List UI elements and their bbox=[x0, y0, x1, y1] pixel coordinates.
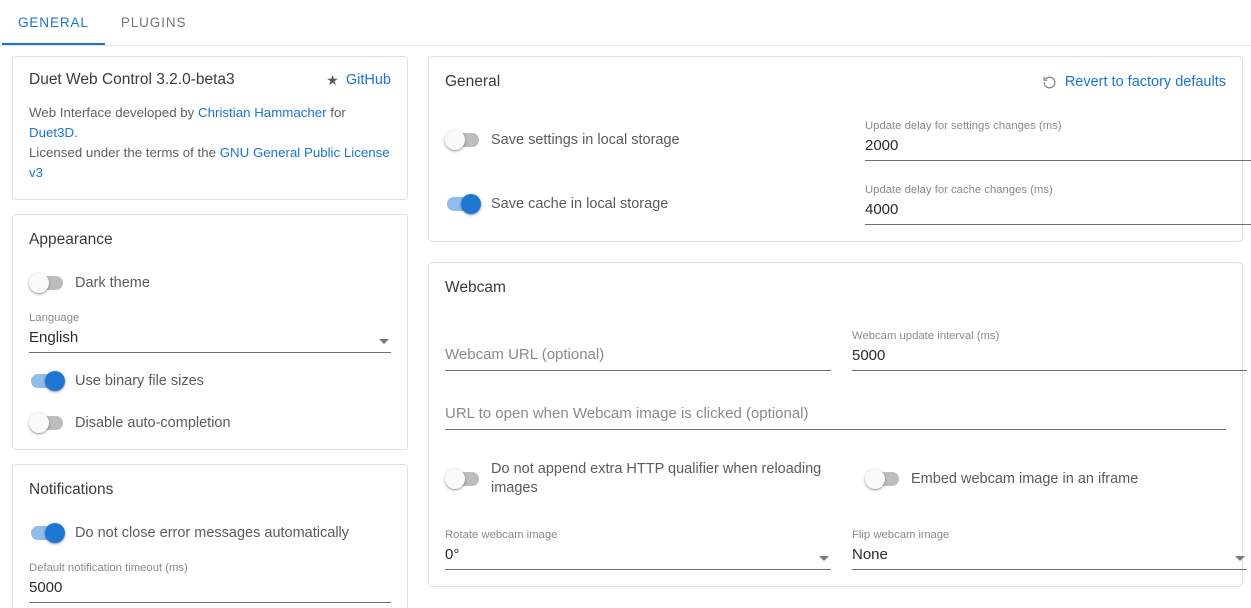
binary-file-sizes-switch[interactable] bbox=[29, 371, 65, 391]
github-link-label: GitHub bbox=[345, 72, 391, 88]
tab-bar: GENERAL PLUGINS bbox=[0, 0, 1251, 46]
settings-delay-field[interactable]: Update delay for settings changes (ms) 2… bbox=[865, 119, 1251, 161]
general-header: General Revert to factory defaults bbox=[445, 71, 1226, 93]
settings-page: GENERAL PLUGINS Duet Web Control 3.2.0-b… bbox=[0, 0, 1251, 608]
save-cache-label: Save cache in local storage bbox=[491, 195, 669, 212]
appearance-title: Appearance bbox=[29, 231, 113, 248]
author-link[interactable]: Christian Hammacher bbox=[198, 105, 327, 120]
webcam-interval-field[interactable]: Webcam update interval (ms) 5000 bbox=[852, 329, 1247, 371]
dark-theme-label: Dark theme bbox=[75, 274, 150, 291]
notifications-title: Notifications bbox=[29, 481, 114, 498]
no-http-qualifier-label: Do not append extra HTTP qualifier when … bbox=[491, 461, 822, 496]
no-auto-close-switch[interactable] bbox=[29, 523, 65, 543]
webcam-url-input[interactable]: Webcam URL (optional) bbox=[445, 342, 831, 371]
flip-webcam-select[interactable]: Flip webcam image None bbox=[852, 528, 1247, 570]
webcam-row-transform: Rotate webcam image 0° Flip webcam image… bbox=[445, 528, 1247, 570]
switch-thumb bbox=[29, 273, 49, 293]
save-settings-label: Save settings in local storage bbox=[491, 131, 680, 148]
switch-thumb bbox=[461, 194, 481, 214]
disable-autocompletion-toggle[interactable]: Disable auto-completion bbox=[29, 413, 391, 433]
webcam-interval-value[interactable]: 5000 bbox=[852, 344, 1247, 371]
general-row-cache: Save cache in local storage Update delay… bbox=[445, 183, 1251, 225]
general-row-settings: Save settings in local storage Update de… bbox=[445, 119, 1251, 161]
about-card: Duet Web Control 3.2.0-beta3 ★ GitHub We… bbox=[12, 56, 408, 200]
language-value[interactable]: English bbox=[29, 326, 391, 353]
webcam-click-url-field[interactable]: URL to open when Webcam image is clicked… bbox=[445, 401, 1226, 430]
save-settings-switch[interactable] bbox=[445, 130, 481, 150]
notification-timeout-value[interactable]: 5000 bbox=[29, 576, 391, 603]
notifications-card: Notifications Do not close error message… bbox=[12, 464, 408, 608]
app-version-title: Duet Web Control 3.2.0-beta3 bbox=[29, 71, 235, 88]
switch-thumb bbox=[45, 371, 65, 391]
settings-delay-value[interactable]: 2000 bbox=[865, 134, 1251, 161]
rotate-webcam-select[interactable]: Rotate webcam image 0° bbox=[445, 528, 831, 570]
notification-timeout-field[interactable]: Default notification timeout (ms) 5000 bbox=[29, 561, 391, 603]
switch-thumb bbox=[445, 130, 465, 150]
webcam-url-field[interactable]: Webcam URL (optional) bbox=[445, 342, 831, 371]
disable-autocompletion-label: Disable auto-completion bbox=[75, 414, 231, 431]
general-card: General Revert to factory defaults Save … bbox=[428, 56, 1251, 242]
star-icon: ★ bbox=[326, 72, 339, 88]
switch-thumb bbox=[445, 469, 465, 489]
webcam-card: Webcam Webcam URL (optional) Webcam upda… bbox=[428, 262, 1247, 587]
save-cache-switch[interactable] bbox=[445, 194, 481, 214]
no-auto-close-toggle[interactable]: Do not close error messages automaticall… bbox=[29, 523, 391, 543]
binary-file-sizes-label: Use binary file sizes bbox=[75, 372, 204, 389]
settings-delay-label: Update delay for settings changes (ms) bbox=[865, 120, 1062, 132]
about-line2-prefix: Licensed under the terms of the bbox=[29, 145, 220, 160]
left-column: Duet Web Control 3.2.0-beta3 ★ GitHub We… bbox=[12, 56, 408, 608]
tab-general-label: GENERAL bbox=[18, 15, 89, 30]
about-line1-prefix: Web Interface developed by bbox=[29, 105, 199, 120]
webcam-click-url-input[interactable]: URL to open when Webcam image is clicked… bbox=[445, 401, 1226, 430]
notification-timeout-label: Default notification timeout (ms) bbox=[29, 562, 188, 574]
language-select[interactable]: Language English bbox=[29, 311, 391, 353]
revert-to-factory-defaults-button[interactable]: Revert to factory defaults bbox=[1042, 74, 1226, 90]
about-header: Duet Web Control 3.2.0-beta3 ★ GitHub bbox=[29, 71, 391, 89]
switch-thumb bbox=[45, 523, 65, 543]
binary-file-sizes-toggle[interactable]: Use binary file sizes bbox=[29, 371, 391, 391]
tab-plugins[interactable]: PLUGINS bbox=[105, 0, 203, 45]
cache-delay-value[interactable]: 4000 bbox=[865, 198, 1251, 225]
cache-delay-field[interactable]: Update delay for cache changes (ms) 4000 bbox=[865, 183, 1251, 225]
dark-theme-switch[interactable] bbox=[29, 273, 65, 293]
appearance-card: Appearance Dark theme Language English U… bbox=[12, 214, 408, 450]
general-title: General bbox=[445, 73, 501, 90]
company-link[interactable]: Duet3D bbox=[29, 125, 74, 140]
about-description: Web Interface developed by Christian Ham… bbox=[29, 103, 391, 183]
embed-iframe-label: Embed webcam image in an iframe bbox=[911, 470, 1139, 487]
about-line1-suffix: . bbox=[74, 125, 78, 140]
flip-webcam-label: Flip webcam image bbox=[852, 529, 950, 541]
flip-webcam-value[interactable]: None bbox=[852, 543, 1247, 570]
about-line1-middle: for bbox=[326, 105, 346, 120]
github-link[interactable]: ★ GitHub bbox=[326, 72, 391, 88]
cache-delay-label: Update delay for cache changes (ms) bbox=[865, 184, 1053, 196]
right-column: General Revert to factory defaults Save … bbox=[428, 56, 1251, 587]
no-http-qualifier-switch[interactable] bbox=[445, 469, 481, 489]
embed-iframe-switch[interactable] bbox=[865, 469, 901, 489]
embed-iframe-toggle[interactable]: Embed webcam image in an iframe bbox=[865, 469, 1251, 489]
disable-autocompletion-switch[interactable] bbox=[29, 413, 65, 433]
rotate-webcam-value[interactable]: 0° bbox=[445, 543, 831, 570]
webcam-title: Webcam bbox=[445, 279, 506, 296]
switch-thumb bbox=[865, 469, 885, 489]
tab-general[interactable]: GENERAL bbox=[2, 0, 105, 45]
no-auto-close-label: Do not close error messages automaticall… bbox=[75, 524, 350, 541]
settings-content: Duet Web Control 3.2.0-beta3 ★ GitHub We… bbox=[0, 46, 1251, 608]
switch-thumb bbox=[29, 413, 49, 433]
webcam-row-url: Webcam URL (optional) Webcam update inte… bbox=[445, 329, 1247, 371]
language-label: Language bbox=[29, 312, 80, 324]
rotate-webcam-label: Rotate webcam image bbox=[445, 529, 558, 541]
save-cache-toggle[interactable]: Save cache in local storage bbox=[445, 194, 845, 214]
restore-icon bbox=[1042, 75, 1057, 90]
tab-plugins-label: PLUGINS bbox=[120, 15, 187, 30]
webcam-row-toggles: Do not append extra HTTP qualifier when … bbox=[445, 460, 1226, 498]
dark-theme-toggle[interactable]: Dark theme bbox=[29, 273, 391, 293]
save-settings-toggle[interactable]: Save settings in local storage bbox=[445, 130, 845, 150]
no-http-qualifier-toggle[interactable]: Do not append extra HTTP qualifier when … bbox=[445, 460, 845, 498]
revert-label: Revert to factory defaults bbox=[1064, 74, 1226, 90]
webcam-interval-label: Webcam update interval (ms) bbox=[852, 330, 1000, 342]
